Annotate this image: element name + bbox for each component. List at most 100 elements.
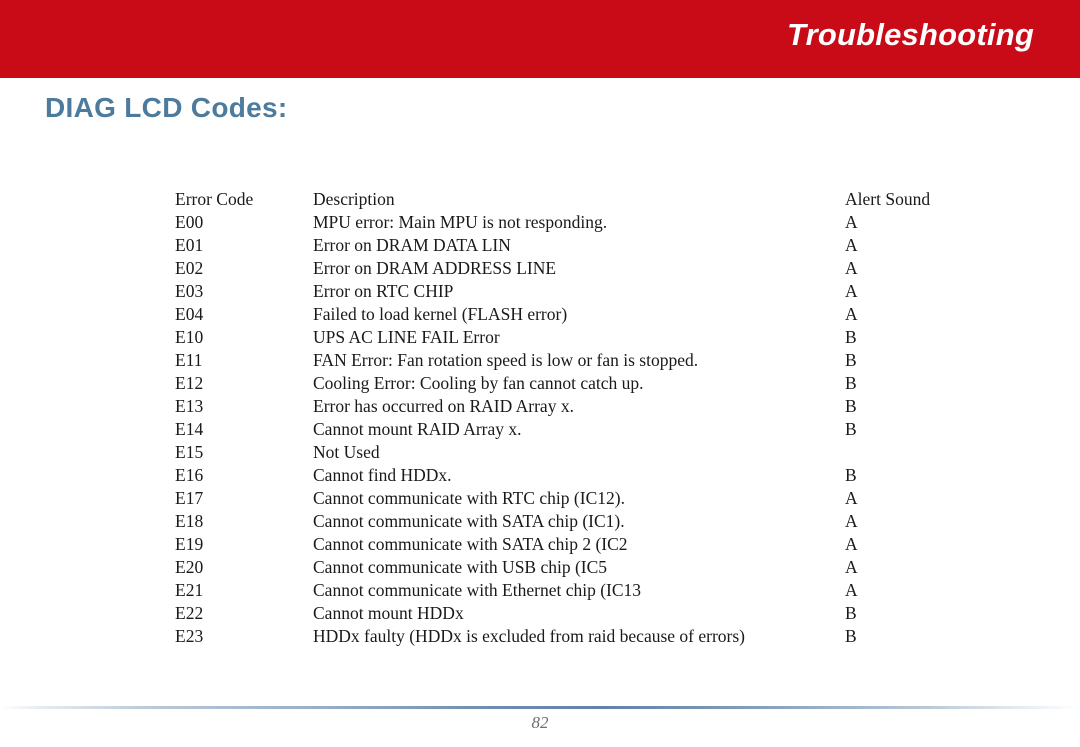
cell-error-code: E01: [175, 235, 204, 255]
cell-alert-sound: A: [845, 557, 858, 577]
cell-error-code: E19: [175, 534, 204, 554]
cell-description: Cannot communicate with SATA chip 2 (IC2: [313, 534, 628, 554]
cell-alert-sound: B: [845, 603, 857, 623]
table-row: E10 UPS AC LINE FAIL Error B: [0, 326, 1080, 349]
row-left-gutter: [0, 556, 175, 579]
table-row: E15 Not Used: [0, 441, 1080, 464]
cell-alert-sound: B: [845, 350, 857, 370]
cell-error-code: E15: [175, 442, 204, 462]
row-right-gutter: [945, 579, 1080, 602]
row-right-gutter: [945, 280, 1080, 303]
row-right-gutter: [945, 372, 1080, 395]
table-row: E16 Cannot find HDDx. B: [0, 464, 1080, 487]
table-row: E23 HDDx faulty (HDDx is excluded from ra…: [0, 625, 1080, 648]
table-right-gutter: [945, 188, 1080, 211]
cell-error-code: E11: [175, 350, 203, 370]
table-row: E11 FAN Error: Fan rotation speed is low …: [0, 349, 1080, 372]
page-number: 82: [531, 713, 549, 732]
cell-alert-sound: A: [845, 304, 858, 324]
diag-lcd-codes-table: Error Code Description Alert Sound E00 MP…: [0, 188, 1080, 648]
table-row: E13 Error has occurred on RAID Array x. B: [0, 395, 1080, 418]
cell-description: Error on DRAM DATA LIN: [313, 235, 511, 255]
cell-alert-sound: A: [845, 258, 858, 278]
cell-alert-sound: A: [845, 511, 858, 531]
cell-alert-sound: A: [845, 534, 858, 554]
table-row: E02 Error on DRAM ADDRESS LINE A: [0, 257, 1080, 280]
cell-description: Cannot mount HDDx: [313, 603, 464, 623]
row-right-gutter: [945, 464, 1080, 487]
cell-error-code: E18: [175, 511, 204, 531]
table-row: E17 Cannot communicate with RTC chip (IC1…: [0, 487, 1080, 510]
section-heading: DIAG LCD Codes:: [45, 92, 288, 123]
row-left-gutter: [0, 303, 175, 326]
cell-description: Cannot communicate with SATA chip (IC1).: [313, 511, 625, 531]
column-header-description: Description: [313, 189, 395, 209]
cell-alert-sound: B: [845, 327, 857, 347]
row-left-gutter: [0, 510, 175, 533]
cell-description: Cannot communicate with USB chip (IC5: [313, 557, 608, 577]
cell-error-code: E12: [175, 373, 204, 393]
row-left-gutter: [0, 234, 175, 257]
cell-description: Cooling Error: Cooling by fan cannot cat…: [313, 373, 644, 393]
row-right-gutter: [945, 556, 1080, 579]
row-right-gutter: [945, 234, 1080, 257]
row-right-gutter: [945, 625, 1080, 648]
table-row: E01 Error on DRAM DATA LIN A: [0, 234, 1080, 257]
cell-description: Error on DRAM ADDRESS LINE: [313, 258, 557, 278]
cell-description: Error on RTC CHIP: [313, 281, 454, 301]
cell-error-code: E16: [175, 465, 204, 485]
cell-alert-sound: A: [845, 281, 858, 301]
row-right-gutter: [945, 349, 1080, 372]
cell-description: Cannot find HDDx.: [313, 465, 452, 485]
table-row: E00 MPU error: Main MPU is not responding…: [0, 211, 1080, 234]
table-row: E03 Error on RTC CHIP A: [0, 280, 1080, 303]
row-left-gutter: [0, 464, 175, 487]
row-left-gutter: [0, 441, 175, 464]
diag-lcd-codes-table-container: Error Code Description Alert Sound E00 MP…: [0, 188, 1080, 648]
cell-alert-sound: A: [845, 580, 858, 600]
row-left-gutter: [0, 257, 175, 280]
cell-error-code: E02: [175, 258, 204, 278]
cell-error-code: E23: [175, 626, 204, 646]
row-right-gutter: [945, 395, 1080, 418]
row-right-gutter: [945, 602, 1080, 625]
cell-error-code: E04: [175, 304, 204, 324]
row-left-gutter: [0, 280, 175, 303]
row-left-gutter: [0, 602, 175, 625]
table-row: E20 Cannot communicate with USB chip (IC5…: [0, 556, 1080, 579]
row-right-gutter: [945, 326, 1080, 349]
row-right-gutter: [945, 211, 1080, 234]
table-row: E14 Cannot mount RAID Array x. B: [0, 418, 1080, 441]
header-banner: Troubleshooting: [0, 0, 1080, 78]
table-row: E12 Cooling Error: Cooling by fan cannot …: [0, 372, 1080, 395]
row-left-gutter: [0, 487, 175, 510]
column-header-error-code: Error Code: [175, 189, 254, 209]
row-left-gutter: [0, 625, 175, 648]
cell-alert-sound: B: [845, 419, 857, 439]
page-title: Troubleshooting: [787, 17, 1034, 52]
row-left-gutter: [0, 349, 175, 372]
row-left-gutter: [0, 533, 175, 556]
table-row: E04 Failed to load kernel (FLASH error) A: [0, 303, 1080, 326]
row-right-gutter: [945, 257, 1080, 280]
cell-description: MPU error: Main MPU is not responding.: [313, 212, 608, 232]
table-left-gutter: [0, 188, 175, 211]
footer-divider: [0, 706, 1080, 709]
table-row: E18 Cannot communicate with SATA chip (IC…: [0, 510, 1080, 533]
row-left-gutter: [0, 372, 175, 395]
row-right-gutter: [945, 487, 1080, 510]
row-left-gutter: [0, 579, 175, 602]
cell-description: Failed to load kernel (FLASH error): [313, 304, 568, 324]
cell-description: UPS AC LINE FAIL Error: [313, 327, 500, 347]
cell-alert-sound: B: [845, 465, 857, 485]
cell-error-code: E13: [175, 396, 204, 416]
cell-alert-sound: B: [845, 396, 857, 416]
table-row: E21 Cannot communicate with Ethernet chip…: [0, 579, 1080, 602]
column-header-alert-sound: Alert Sound: [845, 189, 931, 209]
cell-description: Cannot communicate with RTC chip (IC12).: [313, 488, 625, 508]
cell-alert-sound: B: [845, 373, 857, 393]
row-right-gutter: [945, 533, 1080, 556]
table-row: E19 Cannot communicate with SATA chip 2 (…: [0, 533, 1080, 556]
row-right-gutter: [945, 418, 1080, 441]
cell-description: Not Used: [313, 442, 380, 462]
